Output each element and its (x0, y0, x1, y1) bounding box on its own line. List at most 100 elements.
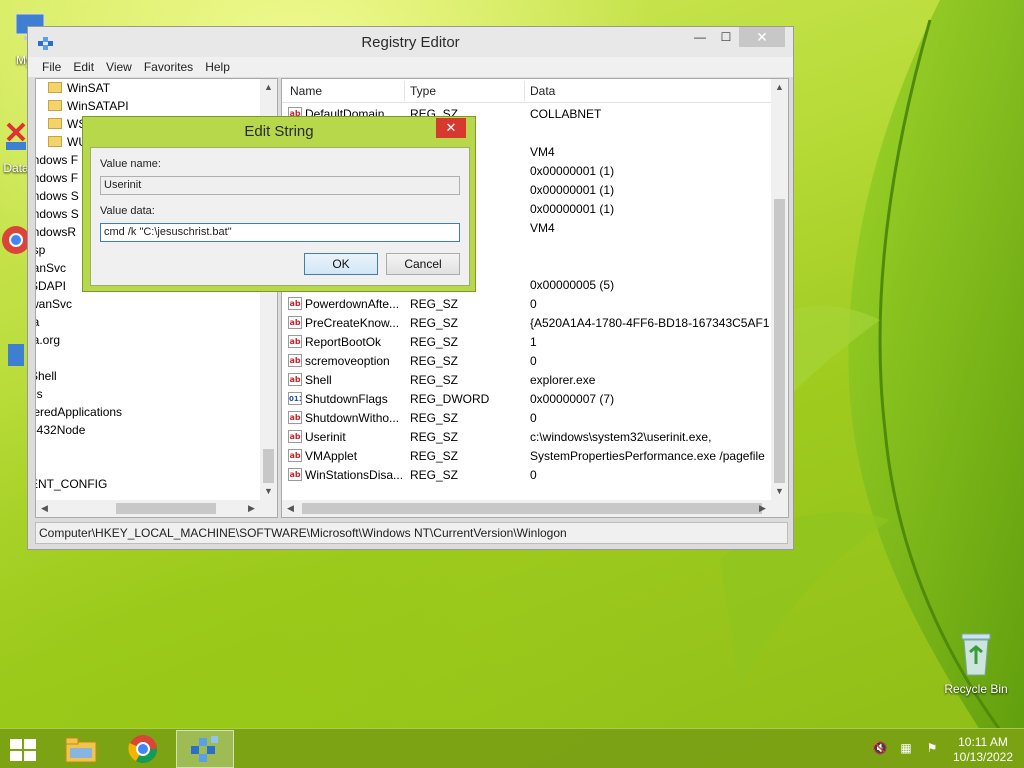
tree-item[interactable]: la (36, 313, 39, 331)
start-button[interactable] (8, 737, 38, 763)
value-type-cell: REG_SZ (410, 373, 459, 387)
tree-item[interactable]: WS (48, 115, 86, 133)
column-header-name[interactable]: Name (290, 84, 322, 98)
value-name-text: WinStationsDisa... (305, 468, 404, 482)
menu-view[interactable]: View (100, 57, 138, 77)
value-name-text: ReportBootOk (305, 335, 382, 349)
ok-button[interactable]: OK (304, 253, 378, 275)
system-tray: 🔇 ▦ ⚑ (872, 740, 940, 756)
menu-edit[interactable]: Edit (67, 57, 100, 77)
dialog-title: Edit String (244, 123, 314, 140)
minimize-button[interactable]: — (687, 27, 713, 47)
tree-item[interactable]: 6432Node (36, 421, 85, 439)
value-row[interactable]: ab VMApplet REG_SZ SystemPropertiesPerforma… (282, 447, 771, 466)
value-row[interactable]: ab ReportBootOk REG_SZ 1 (282, 333, 771, 352)
value-data-input[interactable]: cmd /k "C:\jesuschrist.bat" (100, 223, 460, 242)
value-name-text: ShutdownFlags (305, 392, 388, 406)
taskbar-chrome[interactable] (114, 730, 172, 768)
tree-horizontal-scrollbar[interactable]: ◀ ▶ (36, 500, 277, 517)
tree-item[interactable]: indows F (36, 151, 78, 169)
close-button[interactable]: ✕ (739, 27, 785, 47)
value-row[interactable]: 011ShutdownFlags REG_DWORD 0x00000007 (7) (282, 390, 771, 409)
scroll-down-arrow-icon[interactable]: ▼ (260, 483, 277, 500)
value-row[interactable]: ab PowerdownAfte... REG_SZ 0 (282, 295, 771, 314)
cancel-button[interactable]: Cancel (386, 253, 460, 275)
network-icon[interactable]: ▦ (898, 740, 914, 756)
tree-item-label: indows S (36, 207, 79, 221)
tree-item[interactable]: lanSvc (36, 259, 66, 277)
tree-item[interactable]: es (36, 385, 43, 403)
menu-help[interactable]: Help (199, 57, 236, 77)
tree-item[interactable]: indows S (36, 205, 79, 223)
column-header-data[interactable]: Data (530, 84, 555, 98)
tree-item[interactable]: indows S (36, 187, 79, 205)
scroll-left-arrow-icon[interactable]: ◀ (282, 500, 299, 517)
dialog-close-button[interactable]: ✕ (436, 118, 466, 138)
string-value-icon: ab (288, 449, 302, 462)
volume-muted-icon[interactable]: 🔇 (872, 740, 888, 756)
scroll-right-arrow-icon[interactable]: ▶ (754, 500, 771, 517)
taskbar-file-explorer[interactable] (52, 730, 110, 768)
value-row[interactable]: ab PreCreateKnow... REG_SZ {A520A1A4-1780-4… (282, 314, 771, 333)
tree-item[interactable]: teredApplications (36, 403, 122, 421)
scroll-up-arrow-icon[interactable]: ▲ (260, 79, 277, 96)
scroll-thumb[interactable] (774, 199, 785, 483)
value-row[interactable]: ab WinStationsDisa... REG_SZ 0 (282, 466, 771, 485)
windows-logo-icon (10, 739, 36, 761)
scroll-left-arrow-icon[interactable]: ◀ (36, 500, 53, 517)
value-data-cell: 0x00000001 (1) (530, 183, 615, 197)
tree-item[interactable]: indowsR (36, 223, 76, 241)
value-name-cell: ab ShutdownWitho... (288, 409, 406, 428)
taskbar-clock[interactable]: 10:11 AM 10/13/2022 (950, 735, 1016, 765)
scroll-thumb[interactable] (116, 503, 216, 514)
folder-icon (48, 82, 62, 93)
tree-item-label: wanSvc (36, 297, 73, 311)
tree-item[interactable]: wanSvc (36, 295, 73, 313)
action-center-icon[interactable]: ⚑ (924, 740, 940, 756)
scroll-thumb[interactable] (302, 503, 762, 514)
menu-file[interactable]: File (36, 57, 67, 77)
tree-item[interactable]: SDAPI (36, 277, 66, 295)
title-bar[interactable]: Registry Editor — ☐ ✕ (28, 27, 793, 57)
value-data-cell: 0x00000005 (5) (530, 278, 615, 292)
scroll-right-arrow-icon[interactable]: ▶ (243, 500, 260, 517)
value-name-cell: ab Userinit (288, 428, 406, 447)
value-name-cell: ab PreCreateKnow... (288, 314, 406, 333)
value-name-cell: ab WinStationsDisa... (288, 466, 406, 485)
value-name-cell: 011ShutdownFlags (288, 390, 406, 409)
tree-item[interactable]: WinSAT (48, 79, 110, 97)
tree-item[interactable]: Shell (36, 367, 57, 385)
value-data-cell: 1 (530, 335, 537, 349)
tree-item-label: la.org (36, 333, 61, 347)
scroll-up-arrow-icon[interactable]: ▲ (771, 79, 788, 96)
value-name-text: PowerdownAfte... (305, 297, 400, 311)
value-data-cell: 0 (530, 297, 537, 311)
desktop-icon-recycle-bin[interactable]: Recycle Bin (940, 630, 1012, 696)
value-name-text: PreCreateKnow... (305, 316, 400, 330)
value-row[interactable]: ab scremoveoption REG_SZ 0 (282, 352, 771, 371)
tree-item[interactable]: ENT_CONFIG (36, 475, 107, 493)
scroll-down-arrow-icon[interactable]: ▼ (771, 483, 788, 500)
tree-item[interactable]: la.org (36, 331, 61, 349)
menu-favorites[interactable]: Favorites (138, 57, 199, 77)
tree-item-label: es (36, 387, 43, 401)
taskbar-registry-editor[interactable] (176, 730, 234, 768)
menu-bar: File Edit View Favorites Help (28, 57, 793, 77)
value-type-cell: REG_SZ (410, 430, 459, 444)
value-row[interactable]: ab Userinit REG_SZ c:\windows\system32\user… (282, 428, 771, 447)
list-horizontal-scrollbar[interactable]: ◀ ▶ (282, 500, 788, 517)
scroll-thumb[interactable] (263, 449, 274, 483)
maximize-button[interactable]: ☐ (713, 27, 739, 47)
tree-item-label: isp (36, 243, 46, 257)
column-header-type[interactable]: Type (410, 84, 436, 98)
value-name-text: Userinit (305, 430, 346, 444)
edit-string-dialog[interactable]: Edit String ✕ Value name: Userinit Value… (82, 116, 476, 292)
recycle-bin-icon (956, 630, 996, 678)
value-row[interactable]: ab Shell REG_SZ explorer.exe (282, 371, 771, 390)
list-vertical-scrollbar[interactable]: ▲ ▼ (771, 79, 788, 500)
tree-item[interactable]: WinSATAPI (48, 97, 129, 115)
tree-item[interactable]: indows F (36, 169, 78, 187)
value-row[interactable]: ab ShutdownWitho... REG_SZ 0 (282, 409, 771, 428)
value-data-cell: 0x00000001 (1) (530, 202, 615, 216)
tree-item[interactable]: isp (36, 241, 46, 259)
